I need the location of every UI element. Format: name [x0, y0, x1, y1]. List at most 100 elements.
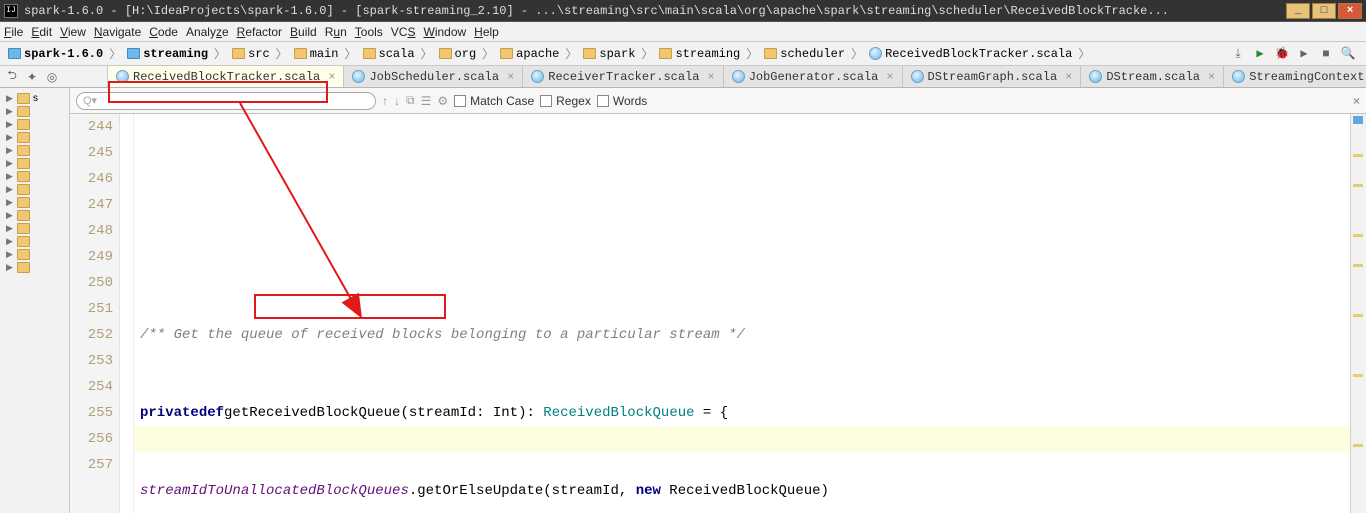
gutter-icons [120, 114, 134, 513]
menu-view[interactable]: View [60, 25, 86, 39]
scroll-marker-icon [1353, 374, 1363, 377]
module-icon [127, 48, 140, 59]
close-tab-icon[interactable]: × [328, 70, 335, 84]
close-tab-icon[interactable]: × [708, 70, 715, 84]
menu-refactor[interactable]: Refactor [237, 25, 282, 39]
tab-streaming-context[interactable]: StreamingContext.scala × [1224, 66, 1366, 87]
expand-icon[interactable]: ✦ [24, 69, 40, 85]
target-icon[interactable]: ◎ [44, 69, 60, 85]
tab-job-generator[interactable]: JobGenerator.scala × [724, 66, 903, 87]
minimize-button[interactable]: _ [1286, 3, 1310, 19]
crumb-dir[interactable]: spark [579, 44, 639, 64]
select-all-button[interactable]: ☰ [421, 94, 432, 108]
close-tab-icon[interactable]: × [507, 70, 514, 84]
scroll-marker-icon [1353, 314, 1363, 317]
tab-label: ReceiverTracker.scala [548, 70, 699, 84]
scala-file-icon [352, 70, 365, 83]
crumb-dir[interactable]: scheduler [760, 44, 849, 64]
search-icon: Q▾ [83, 94, 97, 107]
tab-job-scheduler[interactable]: JobScheduler.scala × [344, 66, 523, 87]
run-toolbar: ⤓ ▶ 🐞 ▶ ■ 🔍 [1230, 46, 1362, 62]
stop-button[interactable]: ■ [1318, 46, 1334, 62]
folder-icon [17, 171, 30, 182]
close-find-bar-icon[interactable]: × [1353, 94, 1360, 108]
folder-icon [17, 262, 30, 273]
folder-icon [294, 48, 307, 59]
crumb-dir[interactable]: streaming [655, 44, 744, 64]
close-window-button[interactable]: × [1338, 3, 1362, 19]
tab-dstream-graph[interactable]: DStreamGraph.scala × [903, 66, 1082, 87]
crumb-dir[interactable]: org [435, 44, 481, 64]
code-line: private def getReceivedBlockQueue(stream… [140, 400, 1350, 426]
add-selection-button[interactable]: ⧉ [406, 93, 415, 108]
line-number-gutter: 244245246 247248249 250251252 253254255 … [70, 114, 120, 513]
close-tab-icon[interactable]: × [1208, 70, 1215, 84]
maximize-button[interactable]: □ [1312, 3, 1336, 19]
crumb-dir[interactable]: apache [496, 44, 563, 64]
tab-label: JobScheduler.scala [369, 70, 499, 84]
menu-file[interactable]: File [4, 25, 23, 39]
crumb-dir[interactable]: src [228, 44, 274, 64]
folder-icon [17, 132, 30, 143]
editor-scrollbar[interactable] [1350, 114, 1366, 513]
search-icon[interactable]: 🔍 [1340, 46, 1356, 62]
menu-analyze[interactable]: Analyze [186, 25, 229, 39]
menu-navigate[interactable]: Navigate [94, 25, 141, 39]
menu-edit[interactable]: Edit [31, 25, 52, 39]
folder-icon [363, 48, 376, 59]
crumb-dir[interactable]: scala [359, 44, 419, 64]
run-button[interactable]: ▶ [1252, 46, 1268, 62]
scala-file-icon [116, 70, 129, 83]
editor-tabs-row: ⮌ ✦ ◎ ReceivedBlockTracker.scala × JobSc… [0, 66, 1366, 88]
next-occurrence-button[interactable]: ↓ [394, 94, 400, 108]
caret-line-highlight [134, 426, 1350, 452]
prev-occurrence-button[interactable]: ↑ [382, 94, 388, 108]
tab-receiver-tracker[interactable]: ReceiverTracker.scala × [523, 66, 723, 87]
words-checkbox[interactable]: Words [597, 94, 647, 108]
folder-icon [583, 48, 596, 59]
code-line: /** Get the queue of received blocks bel… [140, 322, 1350, 348]
crumb-project[interactable]: spark-1.6.0 [4, 44, 107, 64]
menu-tools[interactable]: Tools [355, 25, 383, 39]
menu-vcs[interactable]: VCS [391, 25, 416, 39]
tab-dstream[interactable]: DStream.scala × [1081, 66, 1224, 87]
app-icon: IJ [4, 4, 18, 18]
make-button[interactable]: ⤓ [1230, 46, 1246, 62]
navigation-bar: spark-1.6.0〉 streaming〉 src〉 main〉 scala… [0, 42, 1366, 66]
gear-icon[interactable]: ⚙ [437, 94, 448, 108]
menu-build[interactable]: Build [290, 25, 317, 39]
crumb-file[interactable]: ReceivedBlockTracker.scala [865, 44, 1076, 64]
search-input[interactable]: Q▾ [76, 92, 376, 110]
scroll-marker-icon [1353, 154, 1363, 157]
scroll-marker-icon [1353, 184, 1363, 187]
tab-label: ReceivedBlockTracker.scala [133, 70, 320, 84]
project-tree[interactable]: ▶s ▶ ▶ ▶ ▶ ▶ ▶ ▶ ▶ ▶ ▶ ▶ ▶ ▶ [0, 88, 70, 513]
close-tab-icon[interactable]: × [1065, 70, 1072, 84]
editor: Q▾ ↑ ↓ ⧉ ☰ ⚙ Match Case Regex Words × 24… [70, 88, 1366, 513]
breadcrumb: spark-1.6.0〉 streaming〉 src〉 main〉 scala… [4, 44, 1228, 64]
close-tab-icon[interactable]: × [886, 70, 893, 84]
menu-run[interactable]: Run [325, 25, 347, 39]
crumb-module[interactable]: streaming [123, 44, 212, 64]
menu-code[interactable]: Code [149, 25, 178, 39]
crumb-dir[interactable]: main [290, 44, 343, 64]
debug-button[interactable]: 🐞 [1274, 46, 1290, 62]
tab-received-block-tracker[interactable]: ReceivedBlockTracker.scala × [108, 66, 344, 87]
menu-help[interactable]: Help [474, 25, 499, 39]
folder-icon [17, 93, 30, 104]
menu-window[interactable]: Window [423, 25, 466, 39]
code-line [140, 244, 1350, 270]
regex-checkbox[interactable]: Regex [540, 94, 591, 108]
folder-icon [17, 119, 30, 130]
folder-icon [17, 197, 30, 208]
folder-icon [439, 48, 452, 59]
scala-file-icon [1232, 70, 1245, 83]
tab-label: DStreamGraph.scala [928, 70, 1058, 84]
main-split: ▶s ▶ ▶ ▶ ▶ ▶ ▶ ▶ ▶ ▶ ▶ ▶ ▶ ▶ Q▾ ↑ ↓ ⧉ ☰ … [0, 88, 1366, 513]
match-case-checkbox[interactable]: Match Case [454, 94, 534, 108]
code-editor[interactable]: 244245246 247248249 250251252 253254255 … [70, 114, 1366, 513]
coverage-button[interactable]: ▶ [1296, 46, 1312, 62]
collapse-icon[interactable]: ⮌ [4, 69, 20, 85]
code-content[interactable]: /** Get the queue of received blocks bel… [134, 114, 1350, 513]
scala-file-icon [869, 47, 882, 60]
